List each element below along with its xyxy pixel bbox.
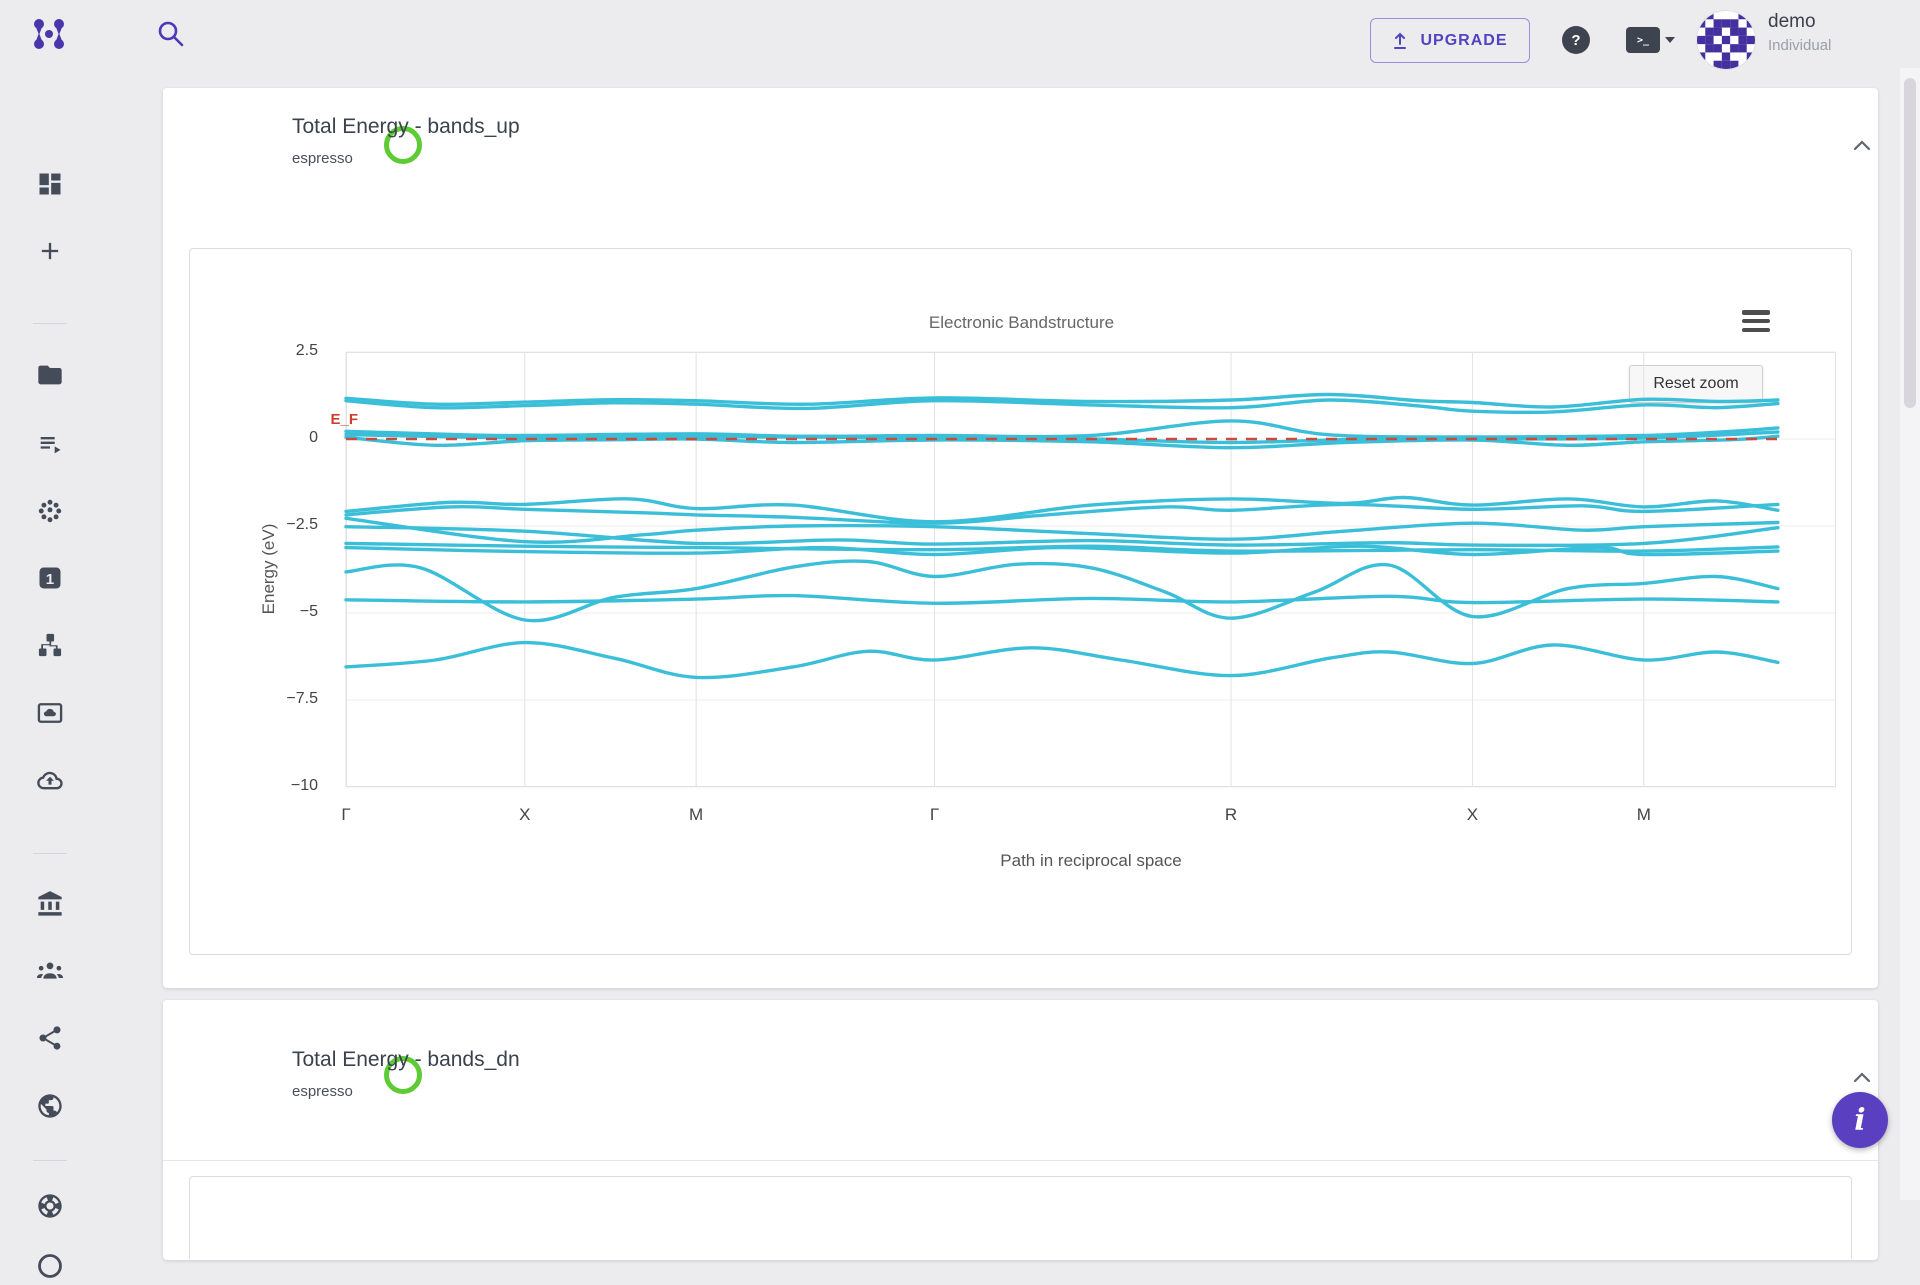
sidebar-divider <box>33 853 67 854</box>
terminal-icon[interactable]: >_ <box>1626 27 1676 53</box>
sidebar-item-create[interactable] <box>36 237 64 265</box>
card-divider <box>163 1160 1878 1161</box>
user-plan-label: Individual <box>1768 37 1831 54</box>
sidebar-item-public[interactable] <box>36 1092 64 1120</box>
sidebar-item-dashboard[interactable] <box>36 170 64 198</box>
chevron-down-icon <box>1665 37 1675 43</box>
result-card-bands-dn: Total Energy - bands_dn espresso <box>163 1000 1878 1260</box>
x-tick-label: Γ <box>905 805 965 825</box>
circle-partial-icon <box>36 1252 64 1280</box>
globe-icon <box>36 1092 64 1120</box>
one-badge-icon: 1 <box>36 564 64 592</box>
dashboard-icon <box>36 170 64 198</box>
chart-title: Electronic Bandstructure <box>190 313 1853 333</box>
band-curve <box>346 643 1778 678</box>
search-icon[interactable] <box>155 18 187 50</box>
hamburger-icon[interactable] <box>1742 309 1770 333</box>
scrollbar-thumb[interactable] <box>1904 78 1916 408</box>
avatar[interactable] <box>1697 11 1755 69</box>
card-title: Total Energy - bands_up <box>292 115 520 139</box>
share-icon <box>36 1024 64 1052</box>
workflow-tree-icon <box>36 631 64 659</box>
sidebar-item-media[interactable] <box>36 699 64 727</box>
folder-icon <box>36 361 64 389</box>
people-icon <box>36 957 64 985</box>
x-tick-label: Γ <box>316 805 376 825</box>
sidebar: 1 <box>0 68 100 1200</box>
mat3ra-logo[interactable] <box>30 15 68 53</box>
fermi-level-label: E_F <box>308 411 358 428</box>
lifebuoy-icon <box>36 1192 64 1220</box>
card-title: Total Energy - bands_dn <box>292 1048 520 1072</box>
y-tick-label: −2.5 <box>246 516 318 534</box>
playlist-play-icon <box>36 430 64 458</box>
sidebar-item-materials[interactable] <box>36 497 64 525</box>
x-tick-label: R <box>1201 805 1261 825</box>
band-curve <box>346 595 1778 603</box>
info-button[interactable]: i <box>1832 1092 1888 1148</box>
x-tick-label: M <box>666 805 726 825</box>
cloud-upload-icon <box>36 766 64 794</box>
result-card-bands-up: Total Energy - bands_up espresso Electro… <box>163 88 1878 988</box>
y-tick-label: −10 <box>246 777 318 795</box>
sidebar-item-jobs[interactable] <box>36 430 64 458</box>
sidebar-item-more[interactable] <box>36 1252 64 1280</box>
sidebar-item-organization[interactable] <box>36 890 64 918</box>
y-tick-label: 0 <box>246 429 318 447</box>
user-name[interactable]: demo <box>1768 11 1816 33</box>
sidebar-item-support[interactable] <box>36 1192 64 1220</box>
card-subtitle: espresso <box>292 150 353 167</box>
band-curve <box>346 421 1778 437</box>
info-icon: i <box>1854 1103 1865 1138</box>
y-tick-label: 2.5 <box>246 342 318 360</box>
upgrade-label: UPGRADE <box>1420 32 1507 50</box>
sidebar-item-upload[interactable] <box>36 766 64 794</box>
bandstructure-chart-panel-2 <box>189 1176 1852 1259</box>
sidebar-item-team[interactable] <box>36 957 64 985</box>
avatar-identicon <box>1697 11 1755 69</box>
band-curve <box>346 518 1778 542</box>
svg-text:1: 1 <box>46 571 54 588</box>
plot-area[interactable] <box>346 352 1836 787</box>
collapse-chevron-up-icon[interactable] <box>1851 138 1873 154</box>
scrollbar-track[interactable] <box>1900 0 1920 1200</box>
card-subtitle: espresso <box>292 1083 353 1100</box>
terminal-prompt: >_ <box>1626 27 1660 53</box>
x-tick-label: X <box>1442 805 1502 825</box>
y-tick-label: −5 <box>246 603 318 621</box>
bandstructure-chart-panel: Electronic Bandstructure Reset zoom 2.50… <box>189 248 1852 955</box>
help-icon[interactable]: ? <box>1562 26 1590 54</box>
upgrade-button[interactable]: UPGRADE <box>1370 18 1530 63</box>
band-curve <box>346 561 1778 621</box>
top-bar: UPGRADE ? >_ demo Individual <box>0 0 1920 68</box>
bank-icon <box>36 890 64 918</box>
sidebar-divider <box>33 1160 67 1161</box>
x-tick-label: M <box>1614 805 1674 825</box>
y-axis-title: Energy (eV) <box>259 524 279 615</box>
image-media-icon <box>36 699 64 727</box>
sidebar-item-projects[interactable] <box>36 361 64 389</box>
x-tick-label: X <box>495 805 555 825</box>
x-axis-title: Path in reciprocal space <box>346 851 1836 871</box>
atoms-cluster-icon <box>36 497 64 525</box>
upload-icon <box>1392 32 1408 50</box>
sidebar-item-share[interactable] <box>36 1024 64 1052</box>
plus-icon <box>36 237 64 265</box>
sidebar-item-workflows[interactable] <box>36 631 64 659</box>
sidebar-divider <box>33 323 67 324</box>
collapse-chevron-up-icon[interactable] <box>1851 1070 1873 1086</box>
y-tick-label: −7.5 <box>246 690 318 708</box>
sidebar-item-selection-badge[interactable]: 1 <box>36 564 64 592</box>
